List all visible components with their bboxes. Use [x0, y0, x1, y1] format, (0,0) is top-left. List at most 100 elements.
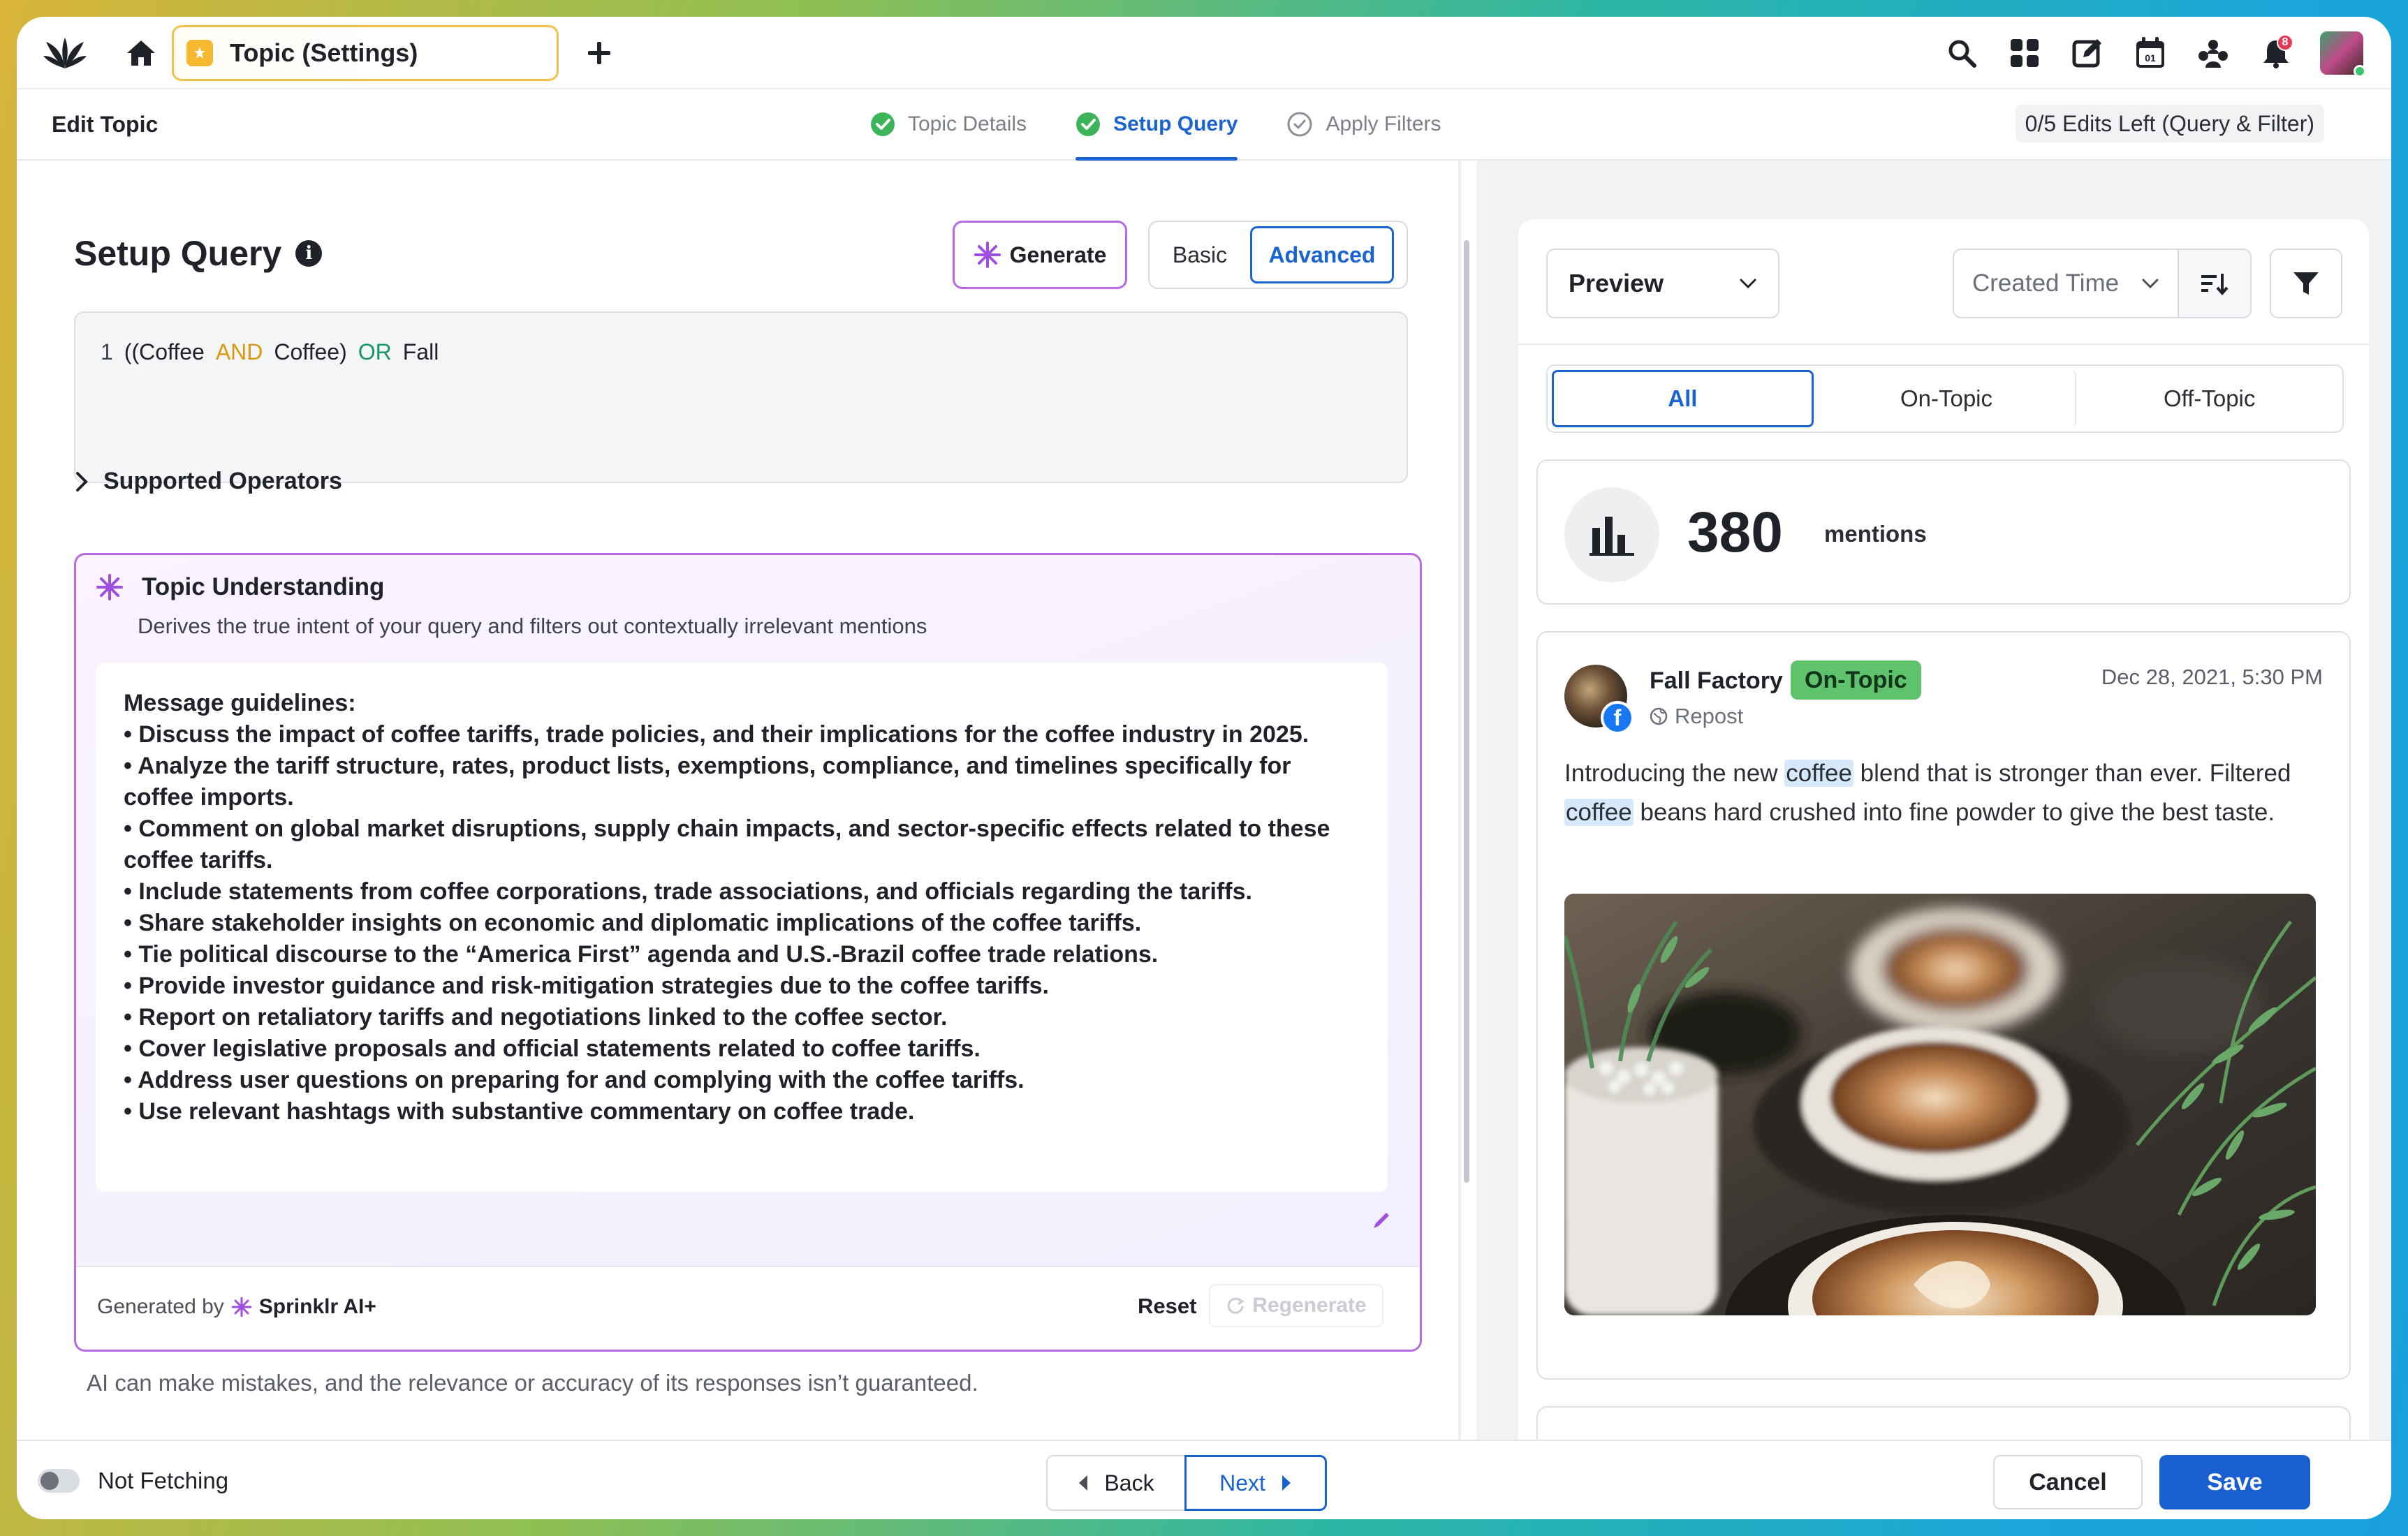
check-circle-outline-icon — [1287, 112, 1312, 137]
guideline-line: • Share stakeholder insights on economic… — [124, 910, 1142, 936]
supported-operators-toggle[interactable]: Supported Operators — [75, 468, 342, 495]
filter-button[interactable] — [2270, 249, 2342, 318]
ai-disclaimer: AI can make mistakes, and the relevance … — [87, 1370, 978, 1396]
grid-icon[interactable] — [2006, 34, 2043, 72]
tab-label: Topic (Settings) — [230, 38, 418, 67]
query-mode-toggle: Basic Advanced — [1148, 221, 1408, 289]
preview-card: Preview Created Time All On-Topic Off-To… — [1518, 219, 2369, 1476]
next-button[interactable]: Next — [1184, 1455, 1327, 1511]
search-icon[interactable] — [1943, 34, 1981, 72]
divider — [1518, 344, 2369, 345]
section-title: Setup Query i — [74, 233, 323, 274]
tab-topic-settings[interactable]: Topic (Settings) — [172, 25, 559, 81]
post-text-segment: beans hard crushed into fine powder to g… — [1640, 799, 2275, 826]
user-avatar[interactable] — [2320, 31, 2366, 77]
global-actions: 01 8 — [1943, 31, 2366, 77]
generated-by-brand: Sprinklr AI+ — [258, 1295, 376, 1318]
bell-icon[interactable]: 8 — [2257, 34, 2295, 72]
guideline-line: Message guidelines: — [124, 690, 356, 716]
step-setup-query[interactable]: Setup Query — [1075, 89, 1238, 161]
step-apply-filters[interactable]: Apply Filters — [1286, 89, 1441, 159]
next-label: Next — [1219, 1470, 1265, 1496]
post-date: Dec 28, 2021, 5:30 PM — [2101, 665, 2323, 689]
supported-operators-label: Supported Operators — [103, 468, 342, 494]
keyword-highlight: coffee — [1564, 799, 1634, 826]
guideline-line: • Comment on global market disruptions, … — [124, 815, 1330, 873]
generated-by-prefix: Generated by — [97, 1295, 224, 1318]
post-text-segment: blend that is stronger than ever. Filter… — [1860, 760, 2291, 787]
sprinklr-logo-icon[interactable] — [42, 35, 88, 71]
compose-icon[interactable] — [2069, 34, 2106, 72]
step-label: Setup Query — [1113, 112, 1238, 135]
line-number: 1 — [101, 339, 113, 364]
topic-filter-tabs: All On-Topic Off-Topic — [1546, 364, 2344, 433]
footer-bar: Not Fetching Back Next Cancel Save — [17, 1440, 2391, 1519]
tab-all[interactable]: All — [1552, 370, 1814, 427]
preview-label: Preview — [1569, 269, 1664, 297]
advanced-mode-option[interactable]: Advanced — [1250, 226, 1394, 283]
sort-descending-icon — [2201, 274, 2229, 296]
setup-query-heading: Setup Query — [74, 234, 282, 273]
edit-pencil-icon[interactable] — [1371, 1210, 1392, 1231]
online-status-dot — [2354, 65, 2366, 77]
info-icon[interactable]: i — [295, 240, 323, 267]
message-guidelines-textarea[interactable]: Message guidelines: • Discuss the impact… — [96, 663, 1388, 1192]
and-operator: AND — [215, 339, 263, 364]
home-icon[interactable] — [124, 38, 158, 68]
generated-by: Generated by Sprinklr AI+ — [97, 1295, 376, 1319]
add-tab-icon[interactable] — [584, 38, 615, 68]
mentions-label: mentions — [1824, 521, 1927, 547]
page-title: Edit Topic — [52, 112, 159, 137]
ai-sparkle-icon — [96, 574, 123, 600]
left-pane-scrollbar[interactable] — [1464, 240, 1469, 1183]
sort-order-button[interactable] — [2178, 249, 2252, 318]
step-label: Topic Details — [908, 112, 1027, 135]
basic-mode-option[interactable]: Basic — [1154, 226, 1246, 283]
step-label: Apply Filters — [1326, 112, 1441, 135]
topic-icon — [186, 40, 213, 66]
caret-left-icon — [1079, 1475, 1088, 1491]
guideline-line: • Discuss the impact of coffee tariffs, … — [124, 721, 1309, 748]
query-term: Fall — [402, 339, 439, 364]
ai-sparkle-icon — [231, 1297, 252, 1317]
guideline-line: • Report on retaliatory tariffs and nego… — [124, 1004, 948, 1031]
step-topic-details[interactable]: Topic Details — [870, 89, 1027, 159]
topic-understanding-panel: Topic Understanding Derives the true int… — [74, 553, 1422, 1352]
post-text: Introducing the new coffee blend that is… — [1564, 754, 2326, 832]
tab-off-topic[interactable]: Off-Topic — [2080, 370, 2339, 427]
stepper: Topic Details Setup Query Apply Filters — [870, 89, 1441, 161]
mention-post-card[interactable]: f Fall Factory On-Topic Repost Dec 28, 2… — [1536, 631, 2351, 1380]
chevron-down-icon — [1740, 279, 1756, 289]
regenerate-button[interactable]: Regenerate — [1209, 1284, 1383, 1327]
on-topic-badge: On-Topic — [1791, 660, 1921, 700]
cancel-button[interactable]: Cancel — [1993, 1455, 2143, 1509]
reset-button[interactable]: Reset — [1138, 1294, 1196, 1319]
sort-field-dropdown[interactable]: Created Time — [1953, 249, 2179, 318]
tab-on-topic[interactable]: On-Topic — [1817, 370, 2077, 427]
topic-understanding-footer: Generated by Sprinklr AI+ Reset Regenera… — [76, 1266, 1420, 1350]
community-icon[interactable] — [2194, 34, 2232, 72]
topic-understanding-subtitle: Derives the true intent of your query an… — [138, 614, 927, 638]
preview-pane: Preview Created Time All On-Topic Off-To… — [1476, 161, 2391, 1476]
calendar-icon[interactable]: 01 — [2131, 34, 2169, 72]
query-editor[interactable]: 1 ((Coffee AND Coffee) OR Fall — [74, 311, 1408, 483]
svg-text:01: 01 — [2145, 52, 2156, 64]
mentions-summary: 380 mentions — [1536, 459, 2351, 605]
edits-left-badge: 0/5 Edits Left (Query & Filter) — [2015, 105, 2324, 142]
save-button[interactable]: Save — [2159, 1455, 2310, 1509]
query-term: Coffee) — [274, 339, 347, 364]
chevron-right-icon — [76, 471, 88, 492]
post-type-label: Repost — [1675, 704, 1744, 728]
back-label: Back — [1104, 1470, 1154, 1496]
generate-label: Generate — [1009, 242, 1107, 267]
preview-dropdown[interactable]: Preview — [1546, 249, 1779, 318]
top-navigation: Topic (Settings) 01 8 — [17, 17, 2391, 89]
globe-icon — [1650, 707, 1668, 725]
post-image[interactable] — [1564, 894, 2316, 1315]
ai-sparkle-icon — [974, 242, 1001, 268]
back-button[interactable]: Back — [1046, 1455, 1186, 1511]
author-name[interactable]: Fall Factory — [1650, 667, 1783, 695]
generate-button[interactable]: Generate — [953, 221, 1127, 289]
pane-splitter[interactable] — [1458, 161, 1461, 1440]
fetching-toggle[interactable] — [38, 1469, 80, 1493]
